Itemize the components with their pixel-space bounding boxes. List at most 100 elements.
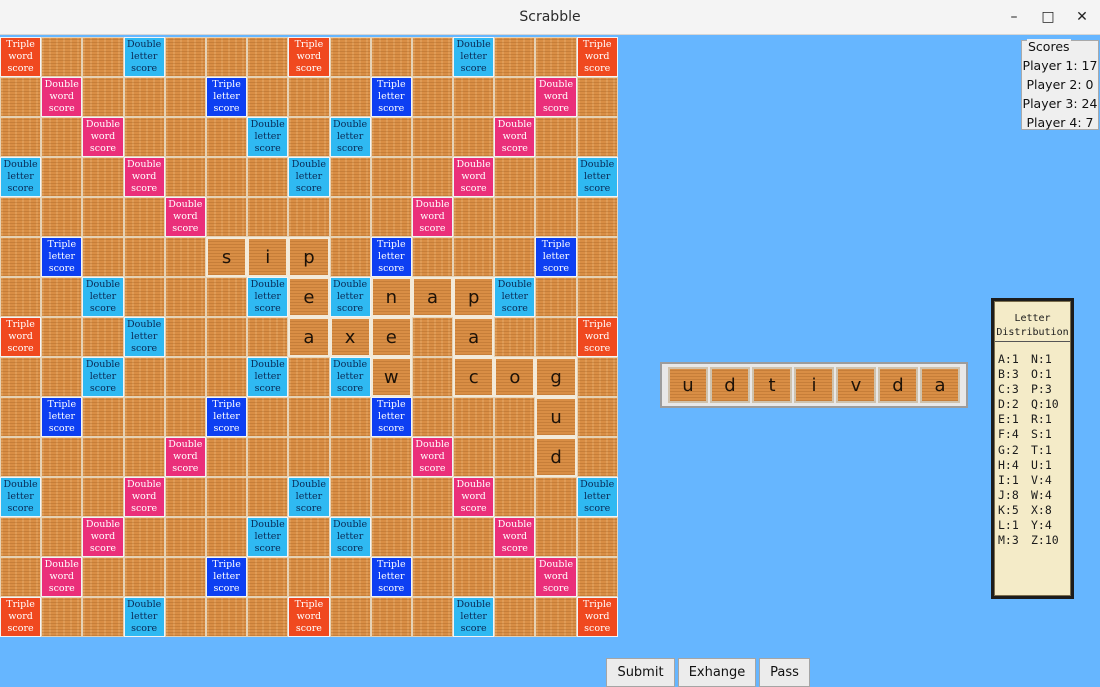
double-word-score-square[interactable]: Double word score [41, 77, 83, 117]
board-tile[interactable]: n [370, 277, 412, 317]
board-square[interactable] [164, 277, 206, 317]
double-letter-score-square[interactable]: Double letter score [82, 277, 124, 317]
double-letter-score-square[interactable]: Double letter score [247, 117, 289, 157]
triple-letter-score-square[interactable]: Triple letter score [205, 77, 248, 117]
board-square[interactable] [329, 77, 371, 117]
board-square[interactable] [576, 77, 618, 117]
board-tile[interactable]: p [288, 237, 330, 277]
double-letter-score-square[interactable]: Double letter score [0, 157, 42, 197]
board-square[interactable] [453, 197, 495, 237]
board-tile[interactable]: x [329, 317, 371, 357]
double-letter-score-square[interactable]: Double letter score [329, 517, 371, 557]
double-letter-score-square[interactable]: Double letter score [494, 277, 536, 317]
triple-letter-score-square[interactable]: Triple letter score [370, 397, 412, 437]
board-square[interactable] [247, 197, 289, 237]
board-square[interactable] [123, 77, 165, 117]
board-square[interactable] [576, 437, 618, 477]
board-square[interactable] [411, 357, 454, 397]
board-square[interactable] [123, 517, 165, 557]
board-square[interactable] [329, 437, 371, 477]
board-square[interactable] [288, 517, 330, 557]
double-letter-score-square[interactable]: Double letter score [0, 477, 42, 517]
board-square[interactable] [329, 237, 371, 277]
board-square[interactable] [288, 117, 330, 157]
double-letter-score-square[interactable]: Double letter score [288, 477, 330, 517]
board-square[interactable] [453, 397, 495, 437]
double-word-score-square[interactable]: Double word score [123, 477, 165, 517]
board-square[interactable] [288, 557, 330, 597]
board-square[interactable] [41, 517, 83, 557]
board-square[interactable] [41, 317, 83, 357]
double-letter-score-square[interactable]: Double letter score [576, 157, 618, 197]
board-square[interactable] [0, 437, 42, 477]
board-square[interactable] [576, 557, 618, 597]
board-square[interactable] [576, 277, 618, 317]
board-square[interactable] [41, 597, 83, 637]
board-square[interactable] [164, 37, 206, 77]
board-square[interactable] [41, 37, 83, 77]
triple-letter-score-square[interactable]: Triple letter score [41, 237, 83, 277]
board-square[interactable] [411, 117, 454, 157]
triple-word-score-square[interactable]: Triple word score [288, 37, 330, 77]
board-square[interactable] [247, 77, 289, 117]
board-tile[interactable]: a [288, 317, 330, 357]
double-letter-score-square[interactable]: Double letter score [247, 357, 289, 397]
board-square[interactable] [123, 437, 165, 477]
board-square[interactable] [123, 197, 165, 237]
board-square[interactable] [576, 357, 618, 397]
board-square[interactable] [453, 557, 495, 597]
board-square[interactable] [453, 77, 495, 117]
board-square[interactable] [535, 317, 577, 357]
board-square[interactable] [576, 397, 618, 437]
board-square[interactable] [494, 437, 536, 477]
board-square[interactable] [247, 557, 289, 597]
board-tile[interactable]: c [453, 357, 495, 397]
board-square[interactable] [164, 157, 206, 197]
double-word-score-square[interactable]: Double word score [453, 157, 495, 197]
double-letter-score-square[interactable]: Double letter score [82, 357, 124, 397]
double-letter-score-square[interactable]: Double letter score [288, 157, 330, 197]
board-square[interactable] [82, 477, 124, 517]
double-word-score-square[interactable]: Double word score [164, 197, 206, 237]
board-square[interactable] [329, 597, 371, 637]
board-square[interactable] [41, 477, 83, 517]
double-letter-score-square[interactable]: Double letter score [329, 117, 371, 157]
board-square[interactable] [164, 117, 206, 157]
double-word-score-square[interactable]: Double word score [411, 437, 454, 477]
board-square[interactable] [205, 117, 248, 157]
board-square[interactable] [329, 557, 371, 597]
board-tile[interactable]: p [453, 277, 495, 317]
double-word-score-square[interactable]: Double word score [453, 477, 495, 517]
triple-letter-score-square[interactable]: Triple letter score [205, 397, 248, 437]
board-tile[interactable]: e [370, 317, 412, 357]
board-square[interactable] [453, 117, 495, 157]
double-word-score-square[interactable]: Double word score [41, 557, 83, 597]
board-square[interactable] [453, 437, 495, 477]
board-square[interactable] [576, 117, 618, 157]
board-square[interactable] [0, 517, 42, 557]
board-square[interactable] [576, 197, 618, 237]
board-square[interactable] [123, 117, 165, 157]
close-icon[interactable]: ✕ [1071, 6, 1093, 28]
board-square[interactable] [123, 357, 165, 397]
double-word-score-square[interactable]: Double word score [164, 437, 206, 477]
board-square[interactable] [370, 597, 412, 637]
board-square[interactable] [494, 37, 536, 77]
board-square[interactable] [411, 477, 454, 517]
board-square[interactable] [370, 157, 412, 197]
board-square[interactable] [535, 517, 577, 557]
board-square[interactable] [370, 37, 412, 77]
board-square[interactable] [164, 357, 206, 397]
board-tile[interactable]: u [535, 397, 577, 437]
board-square[interactable] [82, 437, 124, 477]
triple-letter-score-square[interactable]: Triple letter score [370, 77, 412, 117]
board-square[interactable] [82, 197, 124, 237]
board-square[interactable] [41, 277, 83, 317]
board-square[interactable] [329, 197, 371, 237]
triple-word-score-square[interactable]: Triple word score [288, 597, 330, 637]
triple-letter-score-square[interactable]: Triple letter score [370, 237, 412, 277]
board-square[interactable] [0, 197, 42, 237]
board-square[interactable] [411, 597, 454, 637]
rack-tile[interactable]: d [710, 367, 750, 403]
board-tile[interactable]: o [494, 357, 536, 397]
